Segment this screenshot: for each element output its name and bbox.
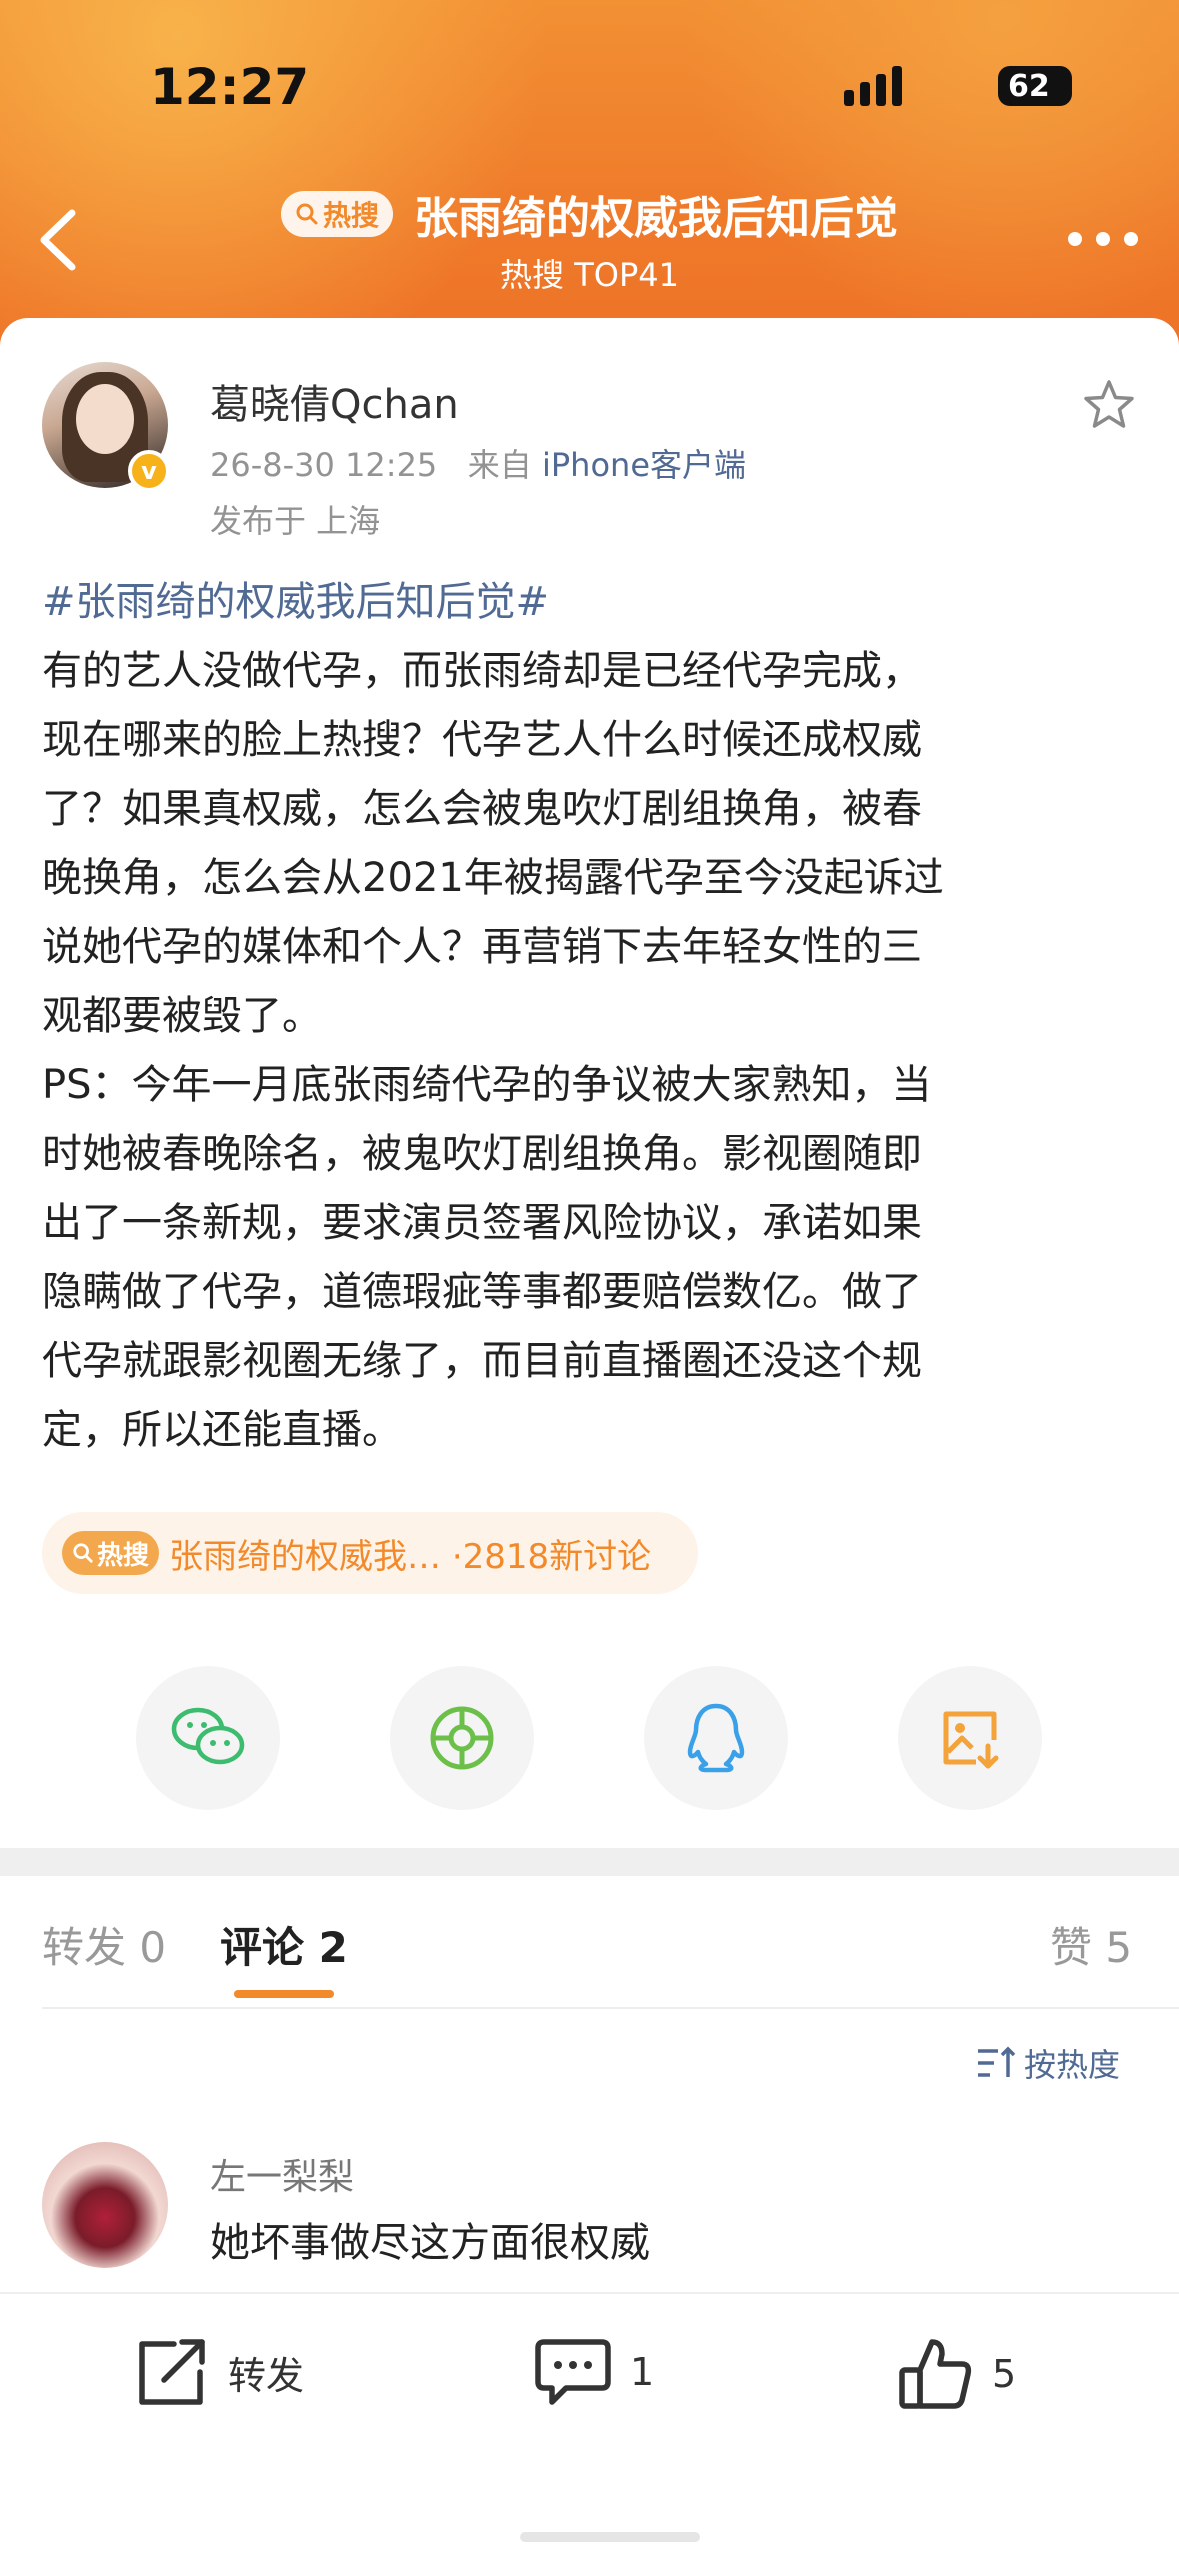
commenter-name[interactable]: 左一梨梨 [210, 2148, 354, 2200]
topic-text: 张雨绮的权威我… ·2818新讨论 [169, 1536, 652, 1577]
repost-label: 转发 [228, 2353, 305, 2398]
save-image-button[interactable] [898, 1666, 1042, 1810]
bottom-action-bar [0, 2292, 1179, 2558]
status-time: 12:27 [150, 58, 310, 116]
sort-icon [978, 2046, 1016, 2077]
topic-badge: 热搜 [62, 1531, 160, 1575]
tab-likes[interactable]: 赞 5 [1050, 1914, 1132, 1975]
post-line: 现在哪来的脸上热搜？代孕艺人什么时候还成权威 [42, 717, 922, 763]
hot-topic-link[interactable]: 热搜 张雨绮的权威我… ·2818新讨论 [42, 1512, 698, 1594]
topic-badge-label: 热搜 [97, 1540, 150, 1571]
post-source[interactable]: iPhone客户端 [542, 446, 746, 484]
tab-comments[interactable]: 评论 2 [220, 1914, 348, 1975]
post-line: 观都要被毁了。 [42, 993, 322, 1039]
post-line: 了？如果真权威，怎么会被鬼吹灯剧组换角，被春 [42, 786, 922, 832]
comment-bubble-icon [535, 2339, 611, 2405]
comment-count: 1 [630, 2350, 655, 2394]
more-dot-icon [1124, 232, 1138, 246]
tabs-divider [42, 2007, 1179, 2009]
more-dot-icon [1096, 232, 1110, 246]
post-line: 时她被春晚除名，被鬼吹灯剧组换角。影视圈随即 [42, 1131, 922, 1177]
battery-indicator: 62 [998, 66, 1072, 106]
active-tab-indicator [234, 1990, 334, 1998]
post-body: #张雨绮的权威我后知后觉# 有的艺人没做代孕，而张雨绮却是已经代孕完成， 现在哪… [42, 568, 1142, 1465]
repost-button[interactable]: 转发 [134, 2336, 304, 2408]
search-icon [73, 1543, 93, 1563]
share-wechat-button[interactable] [136, 1666, 280, 1810]
share-qq-button[interactable] [644, 1666, 788, 1810]
wechat-icon [171, 1707, 245, 1765]
comment-button[interactable]: 1 [534, 2336, 654, 2408]
more-options-button[interactable] [1068, 232, 1138, 252]
avatar-face [76, 384, 134, 454]
like-button[interactable]: 5 [898, 2336, 1016, 2412]
share-arrow-icon [139, 2339, 205, 2405]
save-image-icon [943, 1711, 999, 1769]
hot-search-badge: 热搜 [280, 191, 393, 237]
share-moments-button[interactable] [390, 1666, 534, 1810]
favorite-star-icon[interactable] [1082, 378, 1136, 432]
hot-badge-label: 热搜 [322, 199, 379, 232]
author-name[interactable]: 葛晓倩Qchan [210, 372, 459, 430]
search-icon [296, 203, 318, 225]
tab-reposts[interactable]: 转发 0 [42, 1914, 166, 1975]
like-count: 5 [992, 2352, 1017, 2396]
post-location: 发布于 上海 [210, 502, 381, 540]
signal-icon [844, 66, 902, 106]
title-row: 热搜 张雨绮的权威我后知后觉 [0, 182, 1179, 246]
post-line: 说她代孕的媒体和个人？再营销下去年轻女性的三 [42, 924, 922, 970]
more-dot-icon [1068, 232, 1082, 246]
post-line: 晚换角，怎么会从2021年被揭露代孕至今没起诉过 [42, 855, 944, 901]
post-line: 出了一条新规，要求演员签署风险协议，承诺如果 [42, 1200, 922, 1246]
post-line: 定，所以还能直播。 [42, 1407, 402, 1453]
thumbs-up-icon [899, 2339, 972, 2409]
sort-by-hot-button[interactable]: 按热度 [976, 2040, 1120, 2086]
post-line: 代孕就跟影视圈无缘了，而目前直播圈还没这个规 [42, 1338, 922, 1384]
post-line: 有的艺人没做代孕，而张雨绮却是已经代孕完成， [42, 648, 922, 694]
commenter-avatar[interactable] [42, 2142, 168, 2268]
page-title: 张雨绮的权威我后知后觉 [414, 193, 899, 244]
source-prefix: 来自 [467, 446, 532, 484]
post-hashtag[interactable]: #张雨绮的权威我后知后觉# [42, 568, 1142, 637]
comment-text: 她坏事做尽这方面很权威 [210, 2220, 650, 2266]
qq-icon [687, 1703, 745, 1773]
section-divider [0, 1848, 1179, 1876]
header [0, 0, 1179, 360]
post-line: PS：今年一月底张雨绮代孕的争议被大家熟知，当 [42, 1062, 932, 1108]
sort-label: 按热度 [1024, 2046, 1121, 2084]
home-indicator[interactable] [520, 2532, 700, 2542]
verified-badge-icon: v [128, 450, 170, 492]
post-line: 隐瞒做了代孕，道德瑕疵等事都要赔偿数亿。做了 [42, 1269, 922, 1315]
post-meta: 26-8-30 12:25 来自 iPhone客户端 [210, 440, 746, 486]
battery-level: 62 [1008, 68, 1050, 104]
page-subtitle: 热搜 TOP41 [500, 256, 679, 294]
moments-icon [430, 1706, 494, 1770]
post-timestamp: 26-8-30 12:25 [210, 446, 438, 484]
